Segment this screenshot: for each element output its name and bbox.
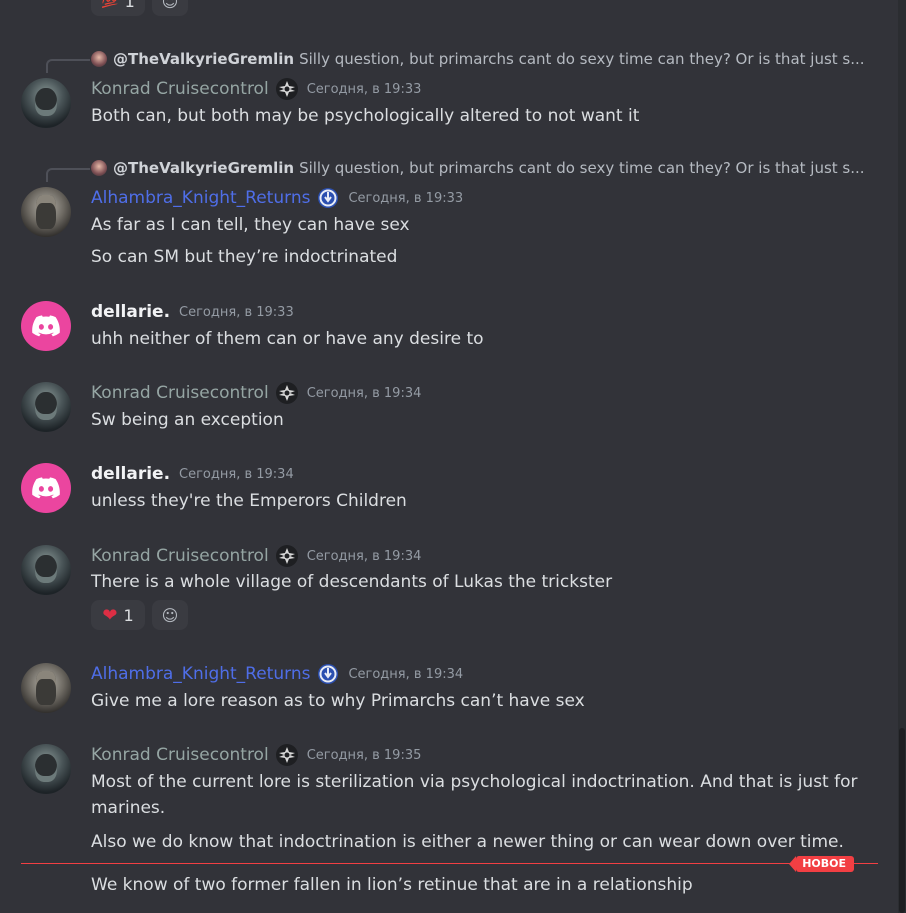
avatar[interactable] [21,382,71,432]
message-text: So can SM but they’re indoctrinated [91,247,398,267]
avatar[interactable] [21,744,71,794]
new-messages-divider [21,863,878,864]
message-text: Sw being an exception [91,410,284,430]
discord-logo-icon [32,477,60,499]
iron-cross-badge-icon [275,545,298,567]
hundred-icon: 💯 [101,0,119,9]
message-text: unless they're the Emperors Children [91,491,407,511]
iron-cross-badge-icon [275,78,298,100]
author-name[interactable]: Konrad Cruisecontrol [91,383,269,403]
message-text: uhh neither of them can or have any desi… [91,329,484,349]
reply-avatar [91,51,107,67]
reply-preview[interactable]: @TheValkyrieGremlin Silly question, but … [91,158,865,178]
author-name[interactable]: Alhambra_Knight_Returns [91,188,310,208]
add-reaction-button[interactable]: ☺ [152,0,188,16]
scrollbar[interactable] [898,0,906,913]
iron-cross-badge-icon [275,382,298,404]
add-reaction-button[interactable]: ☺ [152,600,188,630]
avatar[interactable] [21,545,71,595]
new-messages-badge: НОВОЕ [789,856,854,872]
reaction-count: 1 [124,0,135,11]
ultramarines-badge-icon [318,188,339,208]
author-name[interactable]: dellarie. [91,464,170,484]
author-name[interactable]: Konrad Cruisecontrol [91,745,269,765]
message-text: As far as I can tell, they can have sex [91,215,410,235]
reply-avatar [91,160,107,176]
iron-cross-badge-icon [275,744,298,766]
add-reaction-icon: ☺ [161,0,179,11]
ultramarines-badge-icon [318,664,339,684]
timestamp: Сегодня, в 19:33 [179,304,294,320]
reply-text[interactable]: Silly question, but primarchs cant do se… [299,159,864,177]
message-text: We know of two former fallen in lion’s r… [91,875,693,895]
reaction-count: 1 [123,605,134,625]
message-text: There is a whole village of descendants … [91,572,613,592]
reply-text[interactable]: Silly question, but primarchs cant do se… [299,50,864,68]
reaction-heart[interactable]: ❤ 1 [91,600,145,630]
heart-icon: ❤ [102,604,118,626]
avatar[interactable] [21,301,71,351]
reply-spine [46,59,90,73]
timestamp: Сегодня, в 19:34 [348,666,464,682]
avatar[interactable] [21,663,71,713]
reply-author[interactable]: @TheValkyrieGremlin [113,159,294,177]
message-text: Both can, but both may be psychologicall… [91,106,640,126]
avatar[interactable] [21,187,71,237]
scrollbar-thumb[interactable] [899,728,905,913]
discord-logo-icon [32,315,60,337]
timestamp: Сегодня, в 19:35 [306,747,422,763]
message-text: Most of the current lore is sterilizatio… [91,772,858,818]
author-name[interactable]: Konrad Cruisecontrol [91,79,269,99]
timestamp: Сегодня, в 19:34 [306,548,422,564]
timestamp: Сегодня, в 19:33 [306,81,422,97]
reaction-hundred[interactable]: 💯 1 [91,0,145,16]
author-name[interactable]: Alhambra_Knight_Returns [91,664,310,684]
author-name[interactable]: dellarie. [91,302,170,322]
message-text: Also we do know that indoctrination is e… [91,832,844,852]
reply-preview[interactable]: @TheValkyrieGremlin Silly question, but … [91,49,865,69]
timestamp: Сегодня, в 19:33 [348,190,464,206]
add-reaction-icon: ☺ [161,605,179,625]
timestamp: Сегодня, в 19:34 [179,466,294,482]
message-text: Give me a lore reason as to why Primarch… [91,691,585,711]
author-name[interactable]: Konrad Cruisecontrol [91,546,269,566]
timestamp: Сегодня, в 19:34 [306,385,422,401]
avatar[interactable] [21,78,71,128]
avatar[interactable] [21,463,71,513]
reply-spine [46,168,90,182]
reply-author[interactable]: @TheValkyrieGremlin [113,50,294,68]
